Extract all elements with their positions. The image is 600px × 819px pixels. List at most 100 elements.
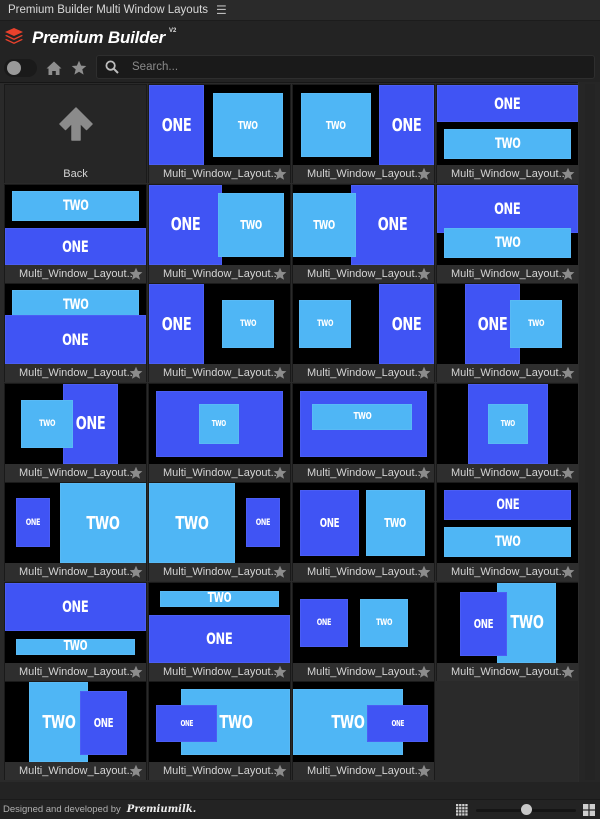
window-one-preview: ONE — [437, 184, 578, 233]
layout-name: Multi_Window_Layout... — [307, 267, 424, 280]
favorite-star-icon[interactable] — [417, 366, 431, 380]
favorite-star-icon[interactable] — [273, 366, 287, 380]
favorite-star-icon[interactable] — [561, 267, 575, 281]
favorite-star-icon[interactable] — [561, 665, 575, 679]
favorite-star-icon[interactable] — [273, 764, 287, 778]
favorite-star-icon[interactable] — [129, 466, 143, 480]
layout-caption: Multi_Window_Layout... — [437, 463, 578, 482]
layout-tile[interactable]: ONE TWO Multi_Window_Layout... — [148, 581, 291, 681]
small-grid-icon[interactable] — [456, 804, 468, 816]
favorite-star-icon[interactable] — [273, 167, 287, 181]
layout-tile[interactable]: TWO ONE Multi_Window_Layout... — [4, 681, 147, 780]
home-icon[interactable] — [46, 60, 62, 76]
favorite-star-icon[interactable] — [273, 267, 287, 281]
layout-name: Multi_Window_Layout... — [163, 765, 280, 777]
window-two-preview: TWO — [488, 403, 528, 444]
window-one-label: ONE — [391, 719, 404, 728]
layout-tile[interactable]: TWO ONE Multi_Window_Layout... — [436, 581, 579, 681]
favorites-star-icon[interactable] — [71, 60, 87, 76]
window-two-preview: TWO — [21, 399, 73, 448]
window-one-label: ONE — [377, 214, 408, 235]
layout-tile[interactable]: ONE TWO Multi_Window_Layout... — [292, 183, 435, 283]
favorite-star-icon[interactable] — [561, 366, 575, 380]
layout-tile[interactable]: ONE TWO Multi_Window_Layout... — [4, 482, 147, 581]
layout-name: Multi_Window_Layout... — [451, 466, 568, 479]
favorite-star-icon[interactable] — [129, 366, 143, 380]
layout-tile[interactable]: ONE TWO Multi_Window_Layout... — [436, 482, 579, 581]
layout-tile[interactable]: TWO Multi_Window_Layout... — [436, 382, 579, 482]
layout-tile[interactable]: TWO Multi_Window_Layout... — [148, 382, 291, 482]
favorite-star-icon[interactable] — [129, 665, 143, 679]
layout-tile[interactable]: ONE TWO Multi_Window_Layout... — [292, 84, 435, 183]
window-two-label: TWO — [317, 319, 333, 329]
mode-toggle[interactable] — [4, 59, 37, 77]
layout-caption: Multi_Window_Layout... — [149, 463, 290, 482]
scrollbar-track[interactable] — [585, 84, 595, 780]
brand-name: Premium Builder — [32, 28, 166, 47]
favorite-star-icon[interactable] — [417, 167, 431, 181]
window-one-label: ONE — [319, 516, 340, 530]
layout-tile[interactable]: ONE TWO Multi_Window_Layout... — [148, 482, 291, 581]
window-one-label: ONE — [62, 597, 89, 616]
favorite-star-icon[interactable] — [417, 565, 431, 579]
layout-tile[interactable]: ONE TWO Multi_Window_Layout... — [436, 84, 579, 183]
layout-name: Multi_Window_Layout... — [163, 367, 280, 379]
window-two-label: TWO — [509, 612, 544, 633]
favorite-star-icon[interactable] — [129, 565, 143, 579]
window-two-preview: TWO — [199, 403, 239, 444]
thumbnail-size-slider[interactable] — [476, 804, 576, 816]
back-tile[interactable]: Back — [4, 84, 147, 183]
layout-tile[interactable]: ONE TWO Multi_Window_Layout... — [292, 482, 435, 581]
slider-handle[interactable] — [521, 804, 532, 815]
favorite-star-icon[interactable] — [273, 565, 287, 579]
footer: Designed and developed by Premiumilk. — [0, 799, 600, 819]
layout-tile[interactable]: ONE TWO Multi_Window_Layout... — [4, 382, 147, 482]
layout-tile[interactable]: ONE TWO Multi_Window_Layout... — [292, 581, 435, 681]
layout-thumbnail: ONE TWO — [293, 85, 434, 165]
window-one-preview: ONE — [80, 691, 127, 755]
layout-tile[interactable]: TWO ONE Multi_Window_Layout... — [4, 283, 147, 382]
layout-tile[interactable]: TWO ONE Multi_Window_Layout... — [148, 681, 291, 780]
favorite-star-icon[interactable] — [561, 167, 575, 181]
premiumilk-logo[interactable]: Premiumilk. — [127, 804, 196, 815]
layout-grid: Back ONE TWO Multi_Window_Layout... ONE TWO M… — [4, 84, 579, 781]
search-box[interactable] — [96, 55, 595, 79]
search-icon — [105, 60, 119, 74]
favorite-star-icon[interactable] — [129, 267, 143, 281]
layout-tile[interactable]: ONE TWO Multi_Window_Layout... — [436, 283, 579, 382]
favorite-star-icon[interactable] — [417, 665, 431, 679]
layout-name: Multi_Window_Layout... — [451, 367, 568, 379]
layout-gallery: Back ONE TWO Multi_Window_Layout... ONE TWO M… — [0, 82, 579, 782]
layout-tile[interactable]: ONE TWO Multi_Window_Layout... — [148, 183, 291, 283]
gallery-scrollbar[interactable] — [578, 82, 600, 782]
favorite-star-icon[interactable] — [273, 665, 287, 679]
favorite-star-icon[interactable] — [129, 764, 143, 778]
layout-caption: Multi_Window_Layout... — [437, 563, 578, 581]
layout-tile[interactable]: ONE TWO Multi_Window_Layout... — [148, 84, 291, 183]
hamburger-menu-icon[interactable]: ☰ — [216, 3, 227, 17]
favorite-star-icon[interactable] — [273, 466, 287, 480]
layout-thumbnail: ONE TWO — [293, 582, 434, 663]
favorite-star-icon[interactable] — [561, 565, 575, 579]
window-two-preview: TWO — [510, 300, 562, 348]
layout-name: Multi_Window_Layout... — [19, 267, 136, 280]
favorite-star-icon[interactable] — [417, 267, 431, 281]
layout-tile[interactable]: TWO ONE Multi_Window_Layout... — [292, 681, 435, 780]
layout-tile[interactable]: ONE TWO Multi_Window_Layout... — [4, 581, 147, 681]
favorite-star-icon[interactable] — [417, 466, 431, 480]
toolbar — [0, 54, 600, 82]
layout-tile[interactable]: ONE TWO Multi_Window_Layout... — [148, 283, 291, 382]
favorite-star-icon[interactable] — [417, 764, 431, 778]
favorite-star-icon[interactable] — [561, 466, 575, 480]
window-two-label: TWO — [238, 118, 258, 132]
layout-tile[interactable]: ONE TWO Multi_Window_Layout... — [4, 183, 147, 283]
layout-tile[interactable]: TWO Multi_Window_Layout... — [292, 382, 435, 482]
window-one-preview: ONE — [5, 227, 146, 265]
window-one-preview: ONE — [149, 85, 204, 165]
search-input[interactable] — [132, 61, 572, 73]
large-grid-icon[interactable] — [583, 804, 595, 816]
layout-tile[interactable]: ONE TWO Multi_Window_Layout... — [436, 183, 579, 283]
layout-tile[interactable]: ONE TWO Multi_Window_Layout... — [292, 283, 435, 382]
layout-caption: Multi_Window_Layout... — [437, 264, 578, 283]
window-one-preview: ONE — [149, 614, 290, 663]
